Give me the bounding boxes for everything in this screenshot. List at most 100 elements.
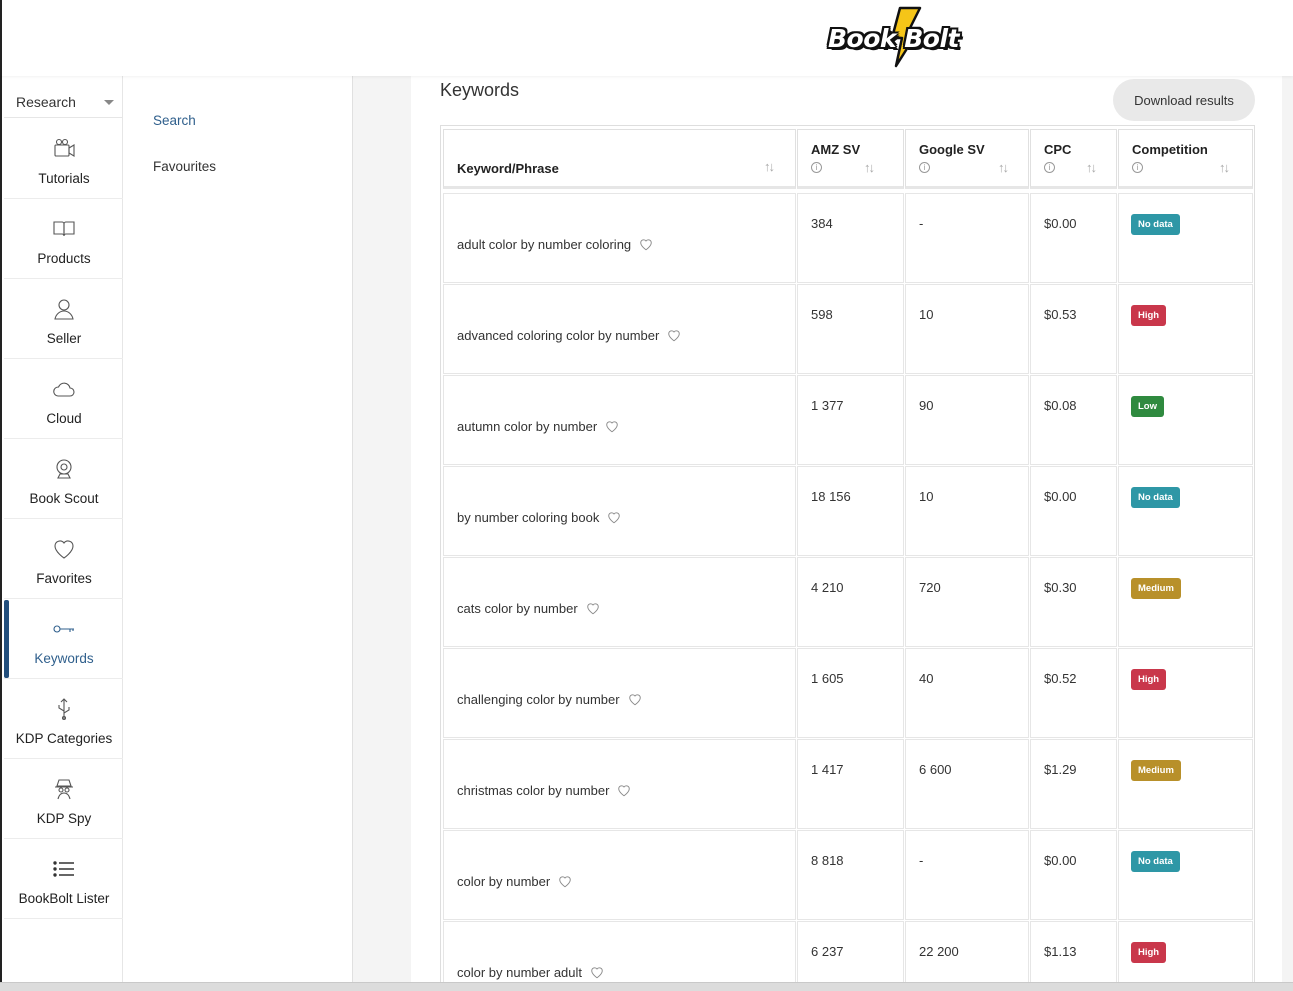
sort-icon[interactable]: ↑↓ <box>764 159 775 174</box>
favorite-heart-icon[interactable] <box>590 966 604 982</box>
cpc-cell-value: $0.00 <box>1044 489 1077 504</box>
google-sv-cell-value: - <box>919 216 924 231</box>
sort-icon[interactable]: ↑↓ <box>998 160 1009 175</box>
keyword-text: christmas color by number <box>457 783 631 800</box>
top-bar: Book Bolt <box>0 0 1293 76</box>
sub-navigation: Search Favourites <box>123 76 353 991</box>
subnav-favourites[interactable]: Favourites <box>153 159 216 174</box>
content-gutter <box>353 76 411 991</box>
research-dropdown[interactable]: Research <box>4 80 124 118</box>
webcam-icon <box>52 457 76 481</box>
cpc-cell: $0.00 <box>1030 466 1117 556</box>
competition-badge: No data <box>1131 487 1180 508</box>
cloud-icon <box>52 377 76 401</box>
table-row: christmas color by number 1 417 6 600 $1.29… <box>443 739 1254 830</box>
keyword-label: autumn color by number <box>457 419 598 434</box>
cpc-cell: $1.29 <box>1030 739 1117 829</box>
google-sv-cell: 720 <box>905 557 1029 647</box>
competition-cell: High <box>1118 921 1253 991</box>
favorite-heart-icon[interactable] <box>628 693 642 709</box>
competition-cell: Medium <box>1118 557 1253 647</box>
keyword-label: by number coloring book <box>457 510 600 525</box>
competition-badge: No data <box>1131 214 1180 235</box>
bookbolt-logo[interactable]: Book Bolt <box>826 6 976 68</box>
amz-sv-cell-value: 18 156 <box>811 489 851 504</box>
competition-cell: No data <box>1118 466 1253 556</box>
google-sv-cell-value: 22 200 <box>919 944 959 959</box>
column-header-amz-sv[interactable]: AMZ SV i ↑↓ <box>797 129 904 189</box>
sidebar-item-favorites[interactable]: Favorites <box>4 519 124 599</box>
sort-icon[interactable]: ↑↓ <box>864 160 875 175</box>
keyword-text: advanced coloring color by number <box>457 328 681 345</box>
info-icon[interactable]: i <box>919 162 930 173</box>
column-header-competition[interactable]: Competition i ↑↓ <box>1118 129 1253 189</box>
subnav-search[interactable]: Search <box>153 113 196 128</box>
column-header-cpc[interactable]: CPC i ↑↓ <box>1030 129 1117 189</box>
keyword-label: color by number <box>457 874 551 889</box>
column-header-google-sv[interactable]: Google SV i ↑↓ <box>905 129 1029 189</box>
keyword-cell: adult color by number coloring <box>443 193 796 283</box>
cpc-cell-value: $0.00 <box>1044 216 1077 231</box>
info-icon[interactable]: i <box>811 162 822 173</box>
sidebar-item-keywords[interactable]: Keywords <box>4 599 124 679</box>
favorite-heart-icon[interactable] <box>586 602 600 618</box>
sort-icon[interactable]: ↑↓ <box>1086 160 1097 175</box>
cpc-cell-value: $1.29 <box>1044 762 1077 777</box>
keyword-text: color by number <box>457 874 572 891</box>
amz-sv-cell: 8 818 <box>797 830 904 920</box>
amz-sv-cell: 1 605 <box>797 648 904 738</box>
keyword-label: cats color by number <box>457 601 578 616</box>
google-sv-cell-value: 720 <box>919 580 941 595</box>
keyword-text: by number coloring book <box>457 510 621 527</box>
key-icon <box>52 617 76 641</box>
sidebar-item-bookbolt-lister[interactable]: BookBolt Lister <box>4 839 124 919</box>
sidebar-item-label: BookBolt Lister <box>18 891 110 906</box>
main-content: Keywords Download results Keyword/Phrase… <box>411 76 1282 991</box>
sidebar-item-seller[interactable]: Seller <box>4 279 124 359</box>
usb-icon <box>52 697 76 721</box>
sidebar-item-products[interactable]: Products <box>4 199 124 279</box>
cpc-cell: $1.13 <box>1030 921 1117 991</box>
favorite-heart-icon[interactable] <box>639 238 653 254</box>
sidebar-item-book-scout[interactable]: Book Scout <box>4 439 124 519</box>
competition-badge: Medium <box>1131 578 1181 599</box>
sidebar-item-kdp-spy[interactable]: KDP Spy <box>4 759 124 839</box>
favorite-heart-icon[interactable] <box>617 784 631 800</box>
column-header-label: CPC <box>1044 142 1072 157</box>
google-sv-cell-value: 90 <box>919 398 934 413</box>
favorite-heart-icon[interactable] <box>667 329 681 345</box>
keyword-label: adult color by number coloring <box>457 237 632 252</box>
sort-icon[interactable]: ↑↓ <box>1219 160 1230 175</box>
table-row: by number coloring book 18 156 10 $0.00 No d… <box>443 466 1254 557</box>
cpc-cell-value: $0.00 <box>1044 853 1077 868</box>
column-header-keyword[interactable]: Keyword/Phrase ↑↓ <box>443 129 796 189</box>
sidebar-item-label: Seller <box>46 331 82 346</box>
keyword-cell: challenging color by number <box>443 648 796 738</box>
sidebar-item-kdp-categories[interactable]: KDP Categories <box>4 679 124 759</box>
table-row: advanced coloring color by number 598 10 $0… <box>443 284 1254 375</box>
info-icon[interactable]: i <box>1132 162 1143 173</box>
favorite-heart-icon[interactable] <box>558 875 572 891</box>
keyword-cell: by number coloring book <box>443 466 796 556</box>
cpc-cell: $0.30 <box>1030 557 1117 647</box>
keyword-label: christmas color by number <box>457 783 610 798</box>
amz-sv-cell: 18 156 <box>797 466 904 556</box>
competition-badge: High <box>1131 305 1167 326</box>
competition-cell: Low <box>1118 375 1253 465</box>
column-header-label: Keyword/Phrase <box>457 161 559 176</box>
favorite-heart-icon[interactable] <box>605 420 619 436</box>
table-row: color by number adult 6 237 22 200 $1.13 Hig… <box>443 921 1254 991</box>
download-results-button[interactable]: Download results <box>1113 79 1255 121</box>
google-sv-cell-value: 40 <box>919 671 934 686</box>
sidebar-item-label: Keywords <box>34 651 94 666</box>
horizontal-scrollbar[interactable] <box>0 982 1293 991</box>
sidebar-item-tutorials[interactable]: Tutorials <box>4 119 124 199</box>
google-sv-cell-value: - <box>919 853 924 868</box>
keyword-cell: christmas color by number <box>443 739 796 829</box>
keyword-cell: advanced coloring color by number <box>443 284 796 374</box>
competition-badge: Low <box>1131 396 1164 417</box>
info-icon[interactable]: i <box>1044 162 1055 173</box>
favorite-heart-icon[interactable] <box>607 511 621 527</box>
competition-cell: No data <box>1118 193 1253 283</box>
sidebar-item-cloud[interactable]: Cloud <box>4 359 124 439</box>
